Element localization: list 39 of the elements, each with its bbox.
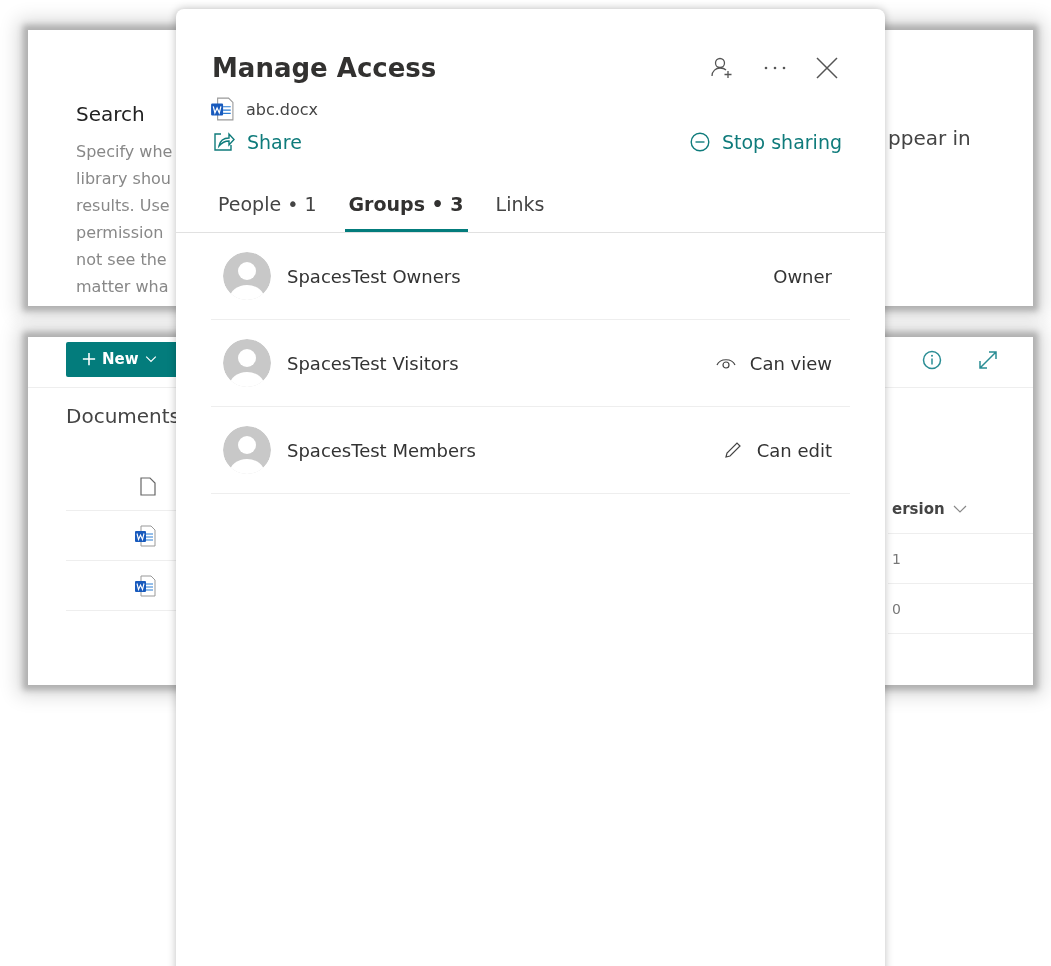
- word-document-icon: [210, 97, 234, 121]
- add-person-icon[interactable]: [710, 56, 734, 80]
- section-title: Search: [76, 102, 146, 126]
- file-type-icon: [140, 476, 156, 496]
- column-header[interactable]: ersion: [892, 500, 945, 518]
- table-cell: 1: [892, 550, 901, 567]
- group-name: SpacesTest Members: [287, 439, 477, 461]
- description-text: Specify whe library shou results. Use permission not see the matter wha: [76, 141, 174, 298]
- avatar-icon: [223, 339, 271, 387]
- stop-sharing-link[interactable]: Stop sharing: [690, 131, 842, 153]
- group-name: SpacesTest Owners: [287, 265, 462, 287]
- share-link[interactable]: Share: [213, 131, 302, 153]
- word-document-icon: [134, 574, 156, 597]
- tab[interactable]: People • 1: [214, 189, 321, 232]
- panel-title: Manage Access: [212, 53, 437, 83]
- avatar-icon: [223, 426, 271, 474]
- avatar-icon: [223, 252, 271, 300]
- file-name: abc.docx: [246, 99, 319, 119]
- close-icon[interactable]: [816, 57, 838, 79]
- table-cell: 0: [892, 600, 901, 617]
- share-icon: [213, 132, 235, 152]
- tab[interactable]: Links: [491, 189, 549, 232]
- description-text: ppear in: [888, 126, 971, 150]
- pencil-icon: [722, 440, 743, 460]
- expand-icon[interactable]: [978, 350, 998, 370]
- new-button[interactable]: New: [66, 341, 176, 377]
- permission-dropdown[interactable]: Can edit: [716, 438, 838, 462]
- plus-icon: [82, 352, 96, 366]
- permission-dropdown[interactable]: Owner: [767, 264, 838, 288]
- group-name: SpacesTest Visitors: [287, 352, 460, 374]
- library-title: Documents: [66, 404, 176, 428]
- chevron-down-icon: [952, 505, 967, 513]
- minus-circle-icon: [690, 132, 710, 152]
- chevron-down-icon: [144, 355, 157, 363]
- word-document-icon: [134, 524, 156, 547]
- tab[interactable]: Groups • 3: [344, 189, 468, 232]
- permission-dropdown[interactable]: Can view: [709, 351, 838, 375]
- info-icon[interactable]: [922, 350, 942, 370]
- eye-icon: [715, 356, 736, 370]
